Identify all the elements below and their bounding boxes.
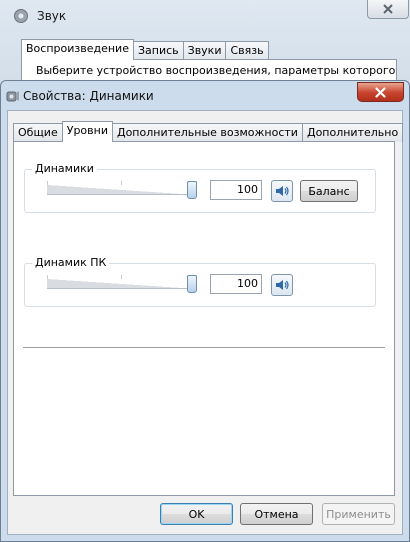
pc-speaker-volume-input[interactable]: 100 xyxy=(210,274,262,294)
tab-recording[interactable]: Запись xyxy=(132,41,184,60)
tab-sounds[interactable]: Звуки xyxy=(182,41,227,60)
close-icon xyxy=(383,4,393,14)
apply-button[interactable]: Применить xyxy=(322,503,395,525)
dialog-title: Свойства: Динамики xyxy=(23,89,154,103)
dialog-close-button[interactable] xyxy=(357,82,404,102)
divider xyxy=(23,347,385,348)
pc-speaker-mute-button[interactable] xyxy=(271,274,293,296)
tab-enhancements[interactable]: Дополнительные возможности xyxy=(111,123,303,142)
speaker-icon xyxy=(276,280,289,290)
speaker-gear-icon xyxy=(6,91,19,102)
pc-speaker-label: Динамик ПК xyxy=(32,256,110,269)
tab-levels[interactable]: Уровни xyxy=(61,121,113,142)
speakers-level-group: Динамики 100 Баланс xyxy=(24,162,376,213)
ok-button[interactable]: OK xyxy=(160,503,233,525)
slider-thumb[interactable] xyxy=(187,181,197,199)
cancel-button[interactable]: Отмена xyxy=(240,503,313,525)
sound-window-description: Выберите устройство воспроизведения, пар… xyxy=(36,64,396,77)
sound-window-icon xyxy=(14,9,28,23)
speakers-mute-button[interactable] xyxy=(271,180,293,202)
speakers-volume-slider[interactable] xyxy=(47,181,197,199)
speaker-icon xyxy=(276,186,289,196)
tab-communications[interactable]: Связь xyxy=(225,41,269,60)
dialog-titlebar[interactable]: Свойства: Динамики xyxy=(1,81,409,109)
slider-thumb[interactable] xyxy=(187,275,197,293)
pc-speaker-level-group: Динамик ПК 100 xyxy=(24,256,376,307)
sound-window-close-button[interactable] xyxy=(367,0,409,19)
levels-panel: Динамики 100 Баланс Динамик ПК 100 xyxy=(13,141,395,496)
speakers-properties-dialog: Свойства: Динамики Общие Уровни Дополнит… xyxy=(0,80,410,542)
pc-speaker-volume-slider[interactable] xyxy=(47,275,197,293)
tab-general[interactable]: Общие xyxy=(13,123,63,142)
speakers-volume-input[interactable]: 100 xyxy=(210,180,262,200)
speakers-label: Динамики xyxy=(32,162,97,175)
balance-button[interactable]: Баланс xyxy=(300,180,358,202)
tab-advanced[interactable]: Дополнительно xyxy=(301,123,404,142)
close-icon xyxy=(375,86,386,98)
dialog-client-area: Общие Уровни Дополнительные возможности … xyxy=(7,110,404,535)
tab-playback[interactable]: Воспроизведение xyxy=(21,39,134,60)
sound-window-title: Звук xyxy=(37,9,67,23)
